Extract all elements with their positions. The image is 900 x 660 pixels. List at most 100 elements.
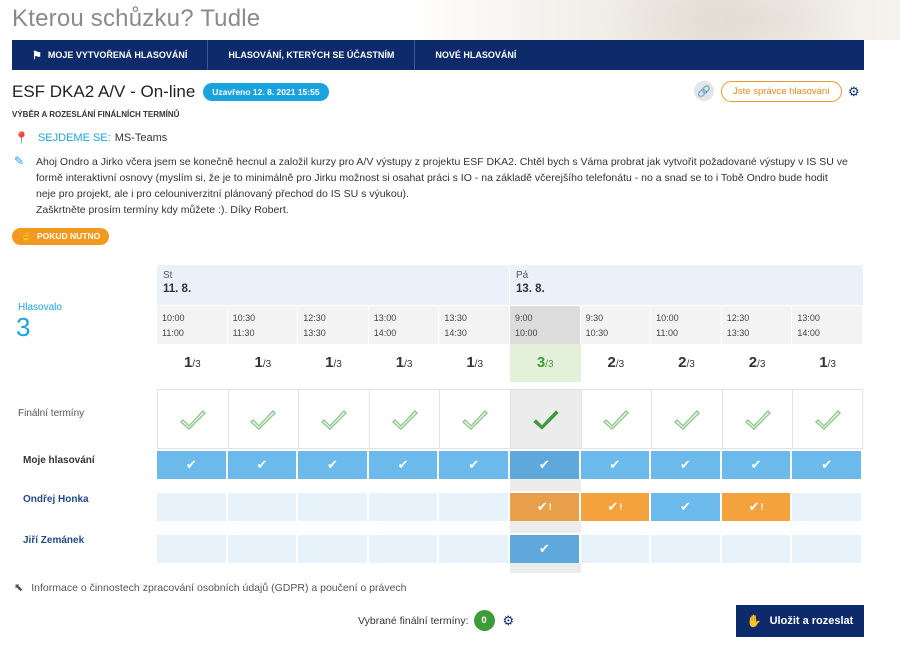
selected-count-badge: 0 [473, 610, 495, 631]
check-outline-icon [603, 409, 630, 430]
if-needed-icon: ! [619, 502, 623, 512]
vote-cell-yes[interactable]: ✔ [721, 451, 793, 479]
gdpr-link[interactable]: ⬉ Informace o činnostech zpracování osob… [14, 581, 407, 595]
check-icon: ✔ [609, 457, 621, 472]
check-icon: ✔ [750, 457, 762, 472]
slot-end: 14:00 [373, 328, 397, 338]
total-count: /3 [192, 359, 201, 370]
check-icon: ✔ [536, 499, 548, 514]
final-term-checkbox[interactable] [509, 389, 581, 449]
final-term-checkbox[interactable] [439, 389, 510, 449]
poll-subtitle: Výběr a rozeslání finálních termínů [12, 110, 180, 119]
slot-start: 13:00 [797, 313, 820, 323]
day-header-row: St 11. 8. Pá 13. 8. [157, 265, 863, 305]
arrow-icon: ⬉ [14, 582, 24, 594]
vote-cell-none [651, 535, 722, 563]
edit-note-icon: ✎ [14, 154, 25, 168]
final-term-checkbox[interactable] [651, 389, 722, 449]
vote-cell-none [157, 535, 228, 563]
final-term-checkbox[interactable] [227, 389, 299, 449]
row-label-jiri[interactable]: Jiří Zemánek [23, 535, 84, 546]
time-slot: 9:00 10:00 [509, 306, 581, 344]
total-count: /3 [827, 359, 836, 370]
final-term-checkbox[interactable] [368, 389, 440, 449]
slot-end: 11:00 [162, 328, 184, 338]
vote-cell-yes[interactable]: ✔ [298, 451, 369, 479]
row-label-ondrej[interactable]: Ondřej Honka [23, 494, 89, 505]
slot-end: 13:30 [303, 328, 326, 338]
check-outline-icon [250, 409, 277, 430]
slot-start: 10:00 [162, 313, 185, 323]
day-name: St [163, 270, 173, 281]
nav-my-polls[interactable]: ⚑ Moje vytvořená hlasování [12, 40, 209, 70]
vote-cell-yes[interactable]: ✔ [509, 451, 581, 479]
selected-label: Vybrané finální termíny: [358, 614, 469, 627]
if-needed-icon: ! [760, 502, 764, 512]
nav-participating-label: Hlasování, kterých se účastním [228, 50, 395, 60]
description-line: formě interaktivní osnovy (myslím si, že… [36, 172, 828, 184]
vote-cell-maybe: ✔! [509, 493, 581, 521]
settings-gear-icon[interactable]: ⚙ [848, 84, 860, 100]
voted-count: 3 [16, 312, 31, 342]
vote-cell-none [298, 493, 369, 521]
check-outline-icon [673, 409, 700, 430]
final-term-checkbox[interactable] [580, 389, 652, 449]
slot-start: 9:00 [514, 313, 533, 323]
check-icon: ✔ [748, 499, 760, 514]
save-and-send-button[interactable]: ✋ Uložit a rozeslat [736, 605, 864, 637]
vote-cell-yes[interactable]: ✔ [157, 451, 228, 479]
vote-cell-maybe: ✔! [721, 493, 793, 521]
slot-start: 13:30 [444, 313, 467, 323]
vote-cell-yes[interactable]: ✔ [651, 451, 722, 479]
save-button-label: Uložit a rozeslat [769, 615, 854, 627]
vote-cell-none [298, 535, 369, 563]
total-count: /3 [686, 359, 695, 370]
vote-count: 2/3 [581, 344, 652, 382]
location-pin-icon: 📍 [14, 131, 29, 145]
description-line: neje pro projekt, ale i pro celouniverzi… [36, 188, 409, 200]
vote-cell-none [157, 493, 228, 521]
final-terms-label: Finální termíny [18, 408, 85, 419]
vote-cell-yes[interactable]: ✔ [439, 451, 510, 479]
nav-participating-polls[interactable]: Hlasování, kterých se účastním [208, 40, 416, 70]
check-mark [250, 409, 277, 430]
check-icon: ✔ [185, 457, 197, 472]
slot-start: 10:00 [656, 313, 679, 323]
final-term-checkbox[interactable] [721, 389, 793, 449]
vote-cell-yes[interactable]: ✔ [792, 451, 863, 479]
total-count: /3 [404, 359, 413, 370]
copy-link-button[interactable]: 🔗 [694, 81, 714, 101]
check-icon: ✔ [327, 457, 338, 472]
vote-cell-yes[interactable]: ✔ [368, 451, 440, 479]
total-count: /3 [262, 359, 272, 370]
gdpr-text: Informace o činnostech zpracování osobní… [31, 581, 407, 594]
vote-count: 2/3 [722, 344, 793, 382]
vote-cell-none [792, 535, 863, 563]
time-slot: 12:30 13:30 [722, 306, 793, 344]
check-icon: ✔ [397, 457, 409, 472]
vote-count: 1/3 [439, 344, 510, 382]
vote-count: 1/3 [228, 344, 299, 382]
admin-badge[interactable]: Jste správce hlasování [721, 81, 842, 102]
vote-cell-none [439, 535, 510, 563]
participant-votes-row: ✔! ✔! ✔ ✔! [157, 493, 863, 521]
vote-cell-yes: ✔ [651, 493, 722, 521]
time-slot: 13:30 14:30 [439, 306, 510, 344]
final-term-checkbox[interactable] [792, 389, 863, 449]
vote-cell-none [227, 493, 299, 521]
app-brand[interactable]: Kterou schůzku? Tudle [12, 5, 260, 33]
vote-cell-yes[interactable]: ✔ [580, 451, 652, 479]
check-outline-icon [320, 409, 347, 430]
check-mark [179, 409, 206, 430]
yes-count: 1 [395, 354, 405, 371]
vote-cell-yes[interactable]: ✔ [227, 451, 299, 479]
final-term-checkbox[interactable] [157, 389, 228, 449]
time-slot: 12:30 13:30 [298, 306, 369, 344]
row-label-me: Moje hlasování [23, 455, 95, 466]
highlight-column-tail [510, 563, 581, 573]
gear-icon[interactable]: ⚙ [503, 613, 515, 629]
check-mark [462, 409, 489, 430]
nav-new-poll[interactable]: Nové hlasování [415, 40, 536, 70]
final-term-checkbox[interactable] [298, 389, 369, 449]
check-outline-icon [179, 409, 206, 430]
